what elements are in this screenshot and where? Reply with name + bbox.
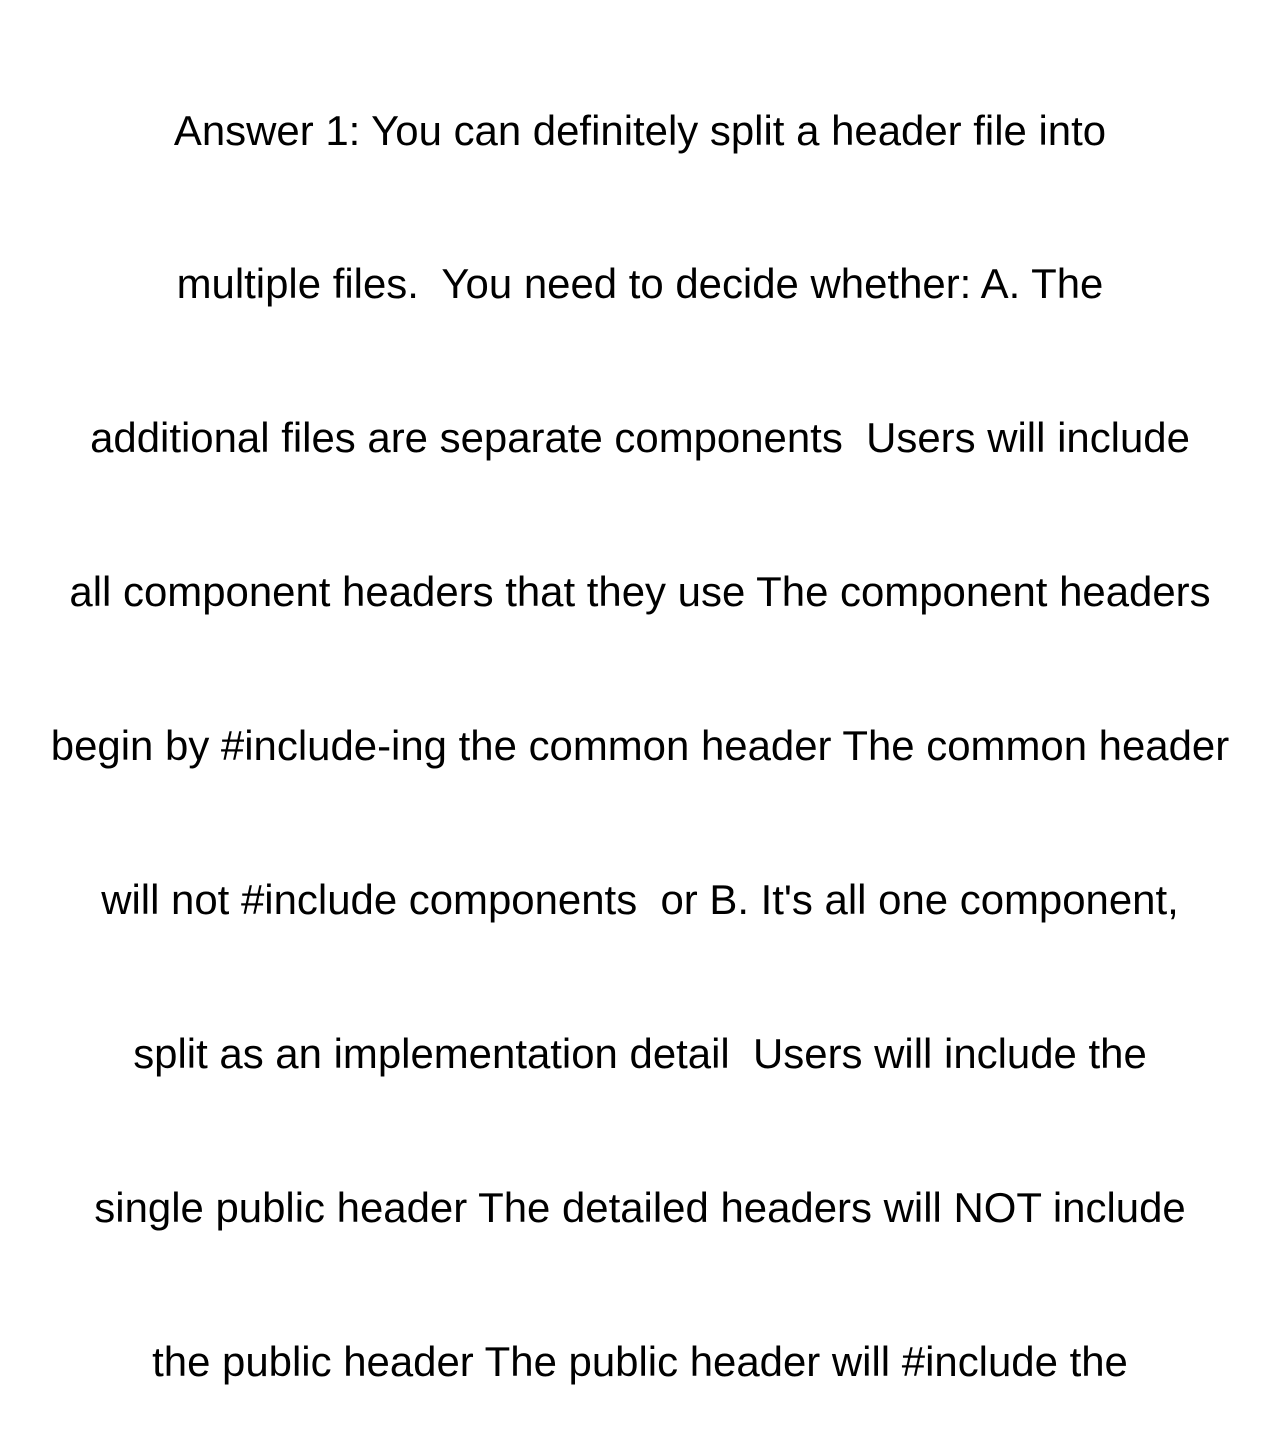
text-line: split as an implementation detail Users … xyxy=(133,1029,1147,1077)
answer-body: Answer 1: You can definitely split a hea… xyxy=(0,0,1280,1440)
answer-text-page: Answer 1: You can definitely split a hea… xyxy=(0,0,1280,1385)
text-line: single public header The detailed header… xyxy=(94,1183,1186,1231)
text-line: additional files are separate components… xyxy=(90,414,1190,462)
text-line: begin by #include-ing the common header … xyxy=(50,722,1230,770)
text-line: the public header The public header will… xyxy=(152,1337,1128,1385)
text-line: Answer 1: You can definitely split a hea… xyxy=(173,106,1107,154)
text-line: multiple files. You need to decide wheth… xyxy=(176,260,1104,308)
text-line: all component headers that they use The … xyxy=(69,568,1211,616)
text-line: will not #include components or B. It's … xyxy=(101,876,1179,924)
